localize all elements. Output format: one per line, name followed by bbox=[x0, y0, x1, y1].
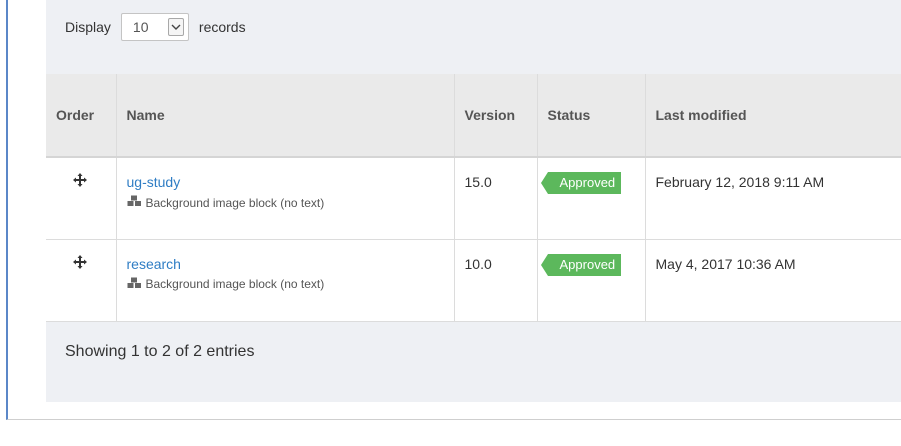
table-header-row: Order Name Version Status Last modified bbox=[46, 74, 901, 158]
version-cell: 15.0 bbox=[454, 157, 538, 240]
table-row: research Background image block (no text… bbox=[46, 239, 901, 322]
block-type: Background image block (no text) bbox=[127, 195, 453, 210]
column-header-version[interactable]: Version bbox=[454, 74, 538, 158]
status-cell: Approved bbox=[537, 239, 646, 322]
table-row: ug-study Background image block (no text… bbox=[46, 157, 901, 240]
move-arrows-icon[interactable] bbox=[72, 254, 88, 273]
last-modified-cell: February 12, 2018 9:11 AM bbox=[645, 157, 901, 240]
status-cell: Approved bbox=[537, 157, 646, 240]
cubes-icon bbox=[127, 195, 146, 210]
column-header-last-modified[interactable]: Last modified bbox=[645, 74, 901, 158]
column-header-status[interactable]: Status bbox=[537, 74, 646, 158]
block-name-link[interactable]: ug-study bbox=[127, 174, 453, 190]
order-cell bbox=[46, 157, 117, 240]
chevron-down-icon[interactable] bbox=[167, 18, 184, 36]
block-type: Background image block (no text) bbox=[127, 277, 453, 292]
entries-summary: Showing 1 to 2 of 2 entries bbox=[65, 343, 255, 360]
order-cell bbox=[46, 239, 117, 322]
records-per-page-select[interactable]: 10 bbox=[120, 13, 189, 41]
display-records-control: Display 10 records bbox=[65, 12, 246, 42]
records-suffix: records bbox=[198, 19, 246, 35]
last-modified-cell: May 4, 2017 10:36 AM bbox=[645, 239, 901, 322]
version-cell: 10.0 bbox=[454, 239, 538, 322]
move-arrows-icon[interactable] bbox=[72, 173, 88, 191]
status-badge: Approved bbox=[540, 253, 622, 276]
block-type-label: Background image block (no text) bbox=[145, 277, 325, 291]
name-cell: ug-study Background image block (no text… bbox=[116, 157, 455, 240]
column-header-name[interactable]: Name bbox=[116, 74, 455, 158]
block-type-label: Background image block (no text) bbox=[145, 195, 325, 210]
blocks-table: Order Name Version Status Last modified … bbox=[46, 74, 901, 322]
block-name-link[interactable]: research bbox=[127, 256, 453, 272]
records-per-page-value: 10 bbox=[132, 19, 149, 35]
display-label: Display bbox=[65, 19, 111, 35]
cubes-icon bbox=[127, 277, 146, 292]
column-header-order[interactable]: Order bbox=[46, 74, 117, 158]
status-badge: Approved bbox=[540, 172, 622, 194]
name-cell: research Background image block (no text… bbox=[116, 239, 455, 322]
